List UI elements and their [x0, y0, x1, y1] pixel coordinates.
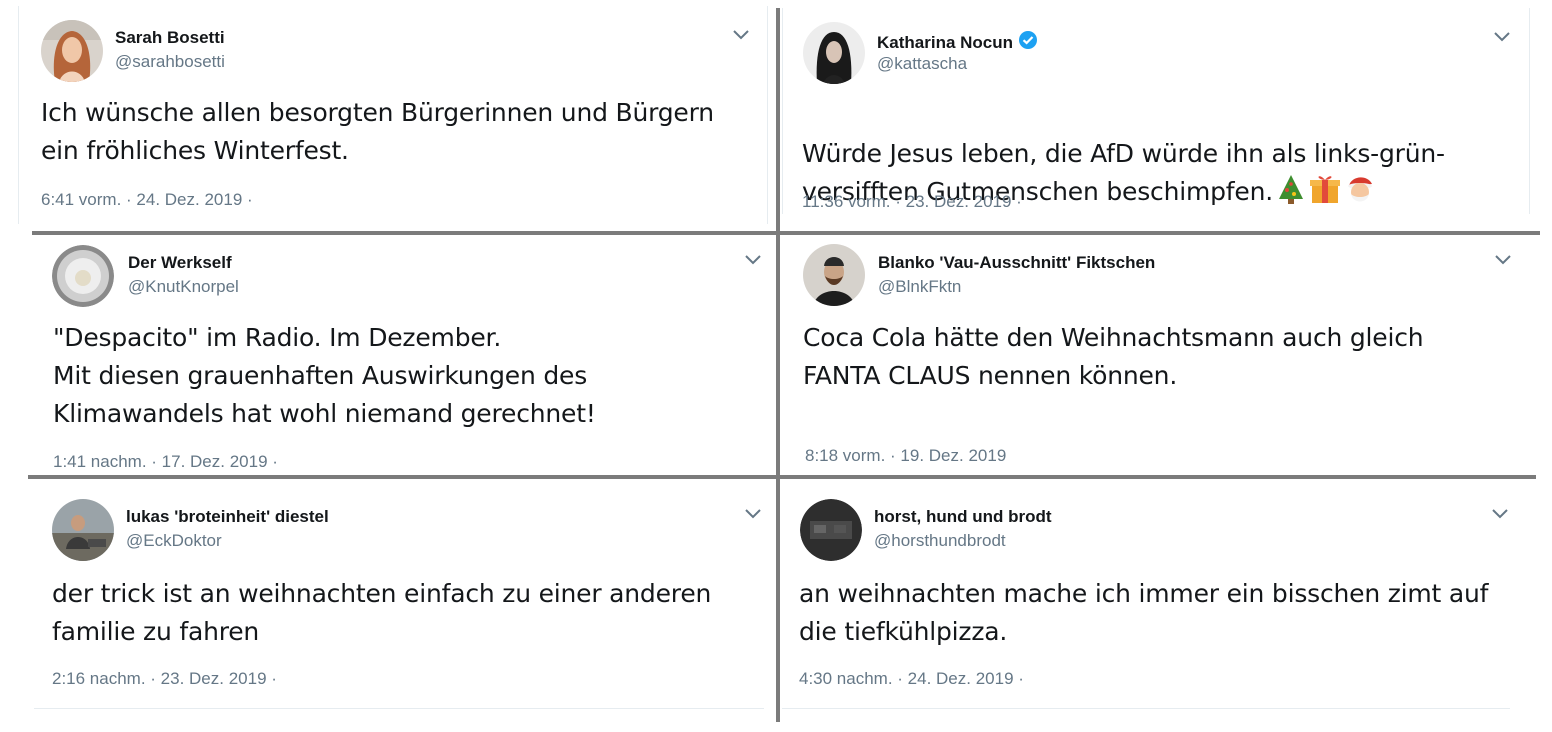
tweet-card[interactable]: Sarah Bosetti @sarahbosetti Ich wünsche …	[18, 6, 768, 224]
chevron-down-icon[interactable]	[742, 503, 764, 525]
tweet-timestamp[interactable]: 8:18 vorm. · 19. Dez. 2019	[805, 446, 1006, 466]
display-name[interactable]: lukas 'broteinheit' diestel	[126, 507, 329, 527]
chevron-down-icon[interactable]	[730, 24, 752, 46]
chevron-down-icon[interactable]	[1491, 26, 1513, 48]
tweet-card[interactable]: Blanko 'Vau-Ausschnitt' Fiktschen @BlnkF…	[782, 238, 1518, 468]
divider	[782, 708, 1510, 709]
verified-badge-icon	[1018, 30, 1038, 55]
avatar[interactable]	[52, 499, 114, 561]
display-name[interactable]: Katharina Nocun	[877, 30, 1038, 55]
tweet-text: der trick ist an weihnachten einfach zu …	[52, 579, 712, 646]
tweet-text: "Despacito" im Radio. Im Dezember. Mit d…	[53, 323, 596, 428]
gift-icon	[1309, 174, 1341, 215]
tweet-timestamp[interactable]: 4:30 nachm. · 24. Dez. 2019 ·	[799, 669, 1024, 689]
display-name[interactable]: horst, hund und brodt	[874, 507, 1052, 527]
tweet-timestamp[interactable]: 11:36 vorm. · 23. Dez. 2019 ·	[802, 192, 1022, 212]
tweet-timestamp[interactable]: 6:41 vorm. · 24. Dez. 2019 ·	[41, 190, 253, 210]
tweet-card[interactable]: horst, hund und brodt @horsthundbrodt an…	[782, 484, 1530, 722]
chevron-down-icon[interactable]	[1489, 503, 1511, 525]
tweet-timestamp[interactable]: 2:16 nachm. · 23. Dez. 2019 ·	[52, 669, 277, 689]
santa-icon	[1345, 174, 1375, 215]
handle[interactable]: @horsthundbrodt	[874, 531, 1006, 551]
collage-divider-horizontal	[32, 231, 1540, 235]
christmas-tree-icon	[1277, 174, 1305, 215]
avatar[interactable]	[52, 245, 114, 307]
avatar[interactable]	[803, 22, 865, 84]
display-name[interactable]: Der Werkself	[128, 253, 232, 273]
display-name[interactable]: Sarah Bosetti	[115, 28, 225, 48]
avatar[interactable]	[41, 20, 103, 82]
tweet-card[interactable]: lukas 'broteinheit' diestel @EckDoktor d…	[34, 484, 774, 722]
tweet-text: Ich wünsche allen besorgten Bürgerinnen …	[41, 98, 714, 165]
handle[interactable]: @BlnkFktn	[878, 277, 961, 297]
avatar[interactable]	[803, 244, 865, 306]
tweet-card[interactable]: Der Werkself @KnutKnorpel "Despacito" im…	[34, 238, 774, 474]
display-name[interactable]: Blanko 'Vau-Ausschnitt' Fiktschen	[878, 253, 1155, 273]
tweet-timestamp[interactable]: 1:41 nachm. · 17. Dez. 2019 ·	[53, 452, 278, 472]
tweet-card[interactable]: Katharina Nocun @kattascha Würde Jesus l…	[782, 8, 1530, 214]
collage-divider-horizontal	[28, 475, 1536, 479]
divider	[34, 708, 764, 709]
handle[interactable]: @sarahbosetti	[115, 52, 225, 72]
handle[interactable]: @KnutKnorpel	[128, 277, 239, 297]
tweet-text: an weihnachten mache ich immer ein bissc…	[799, 579, 1489, 646]
avatar[interactable]	[800, 499, 862, 561]
handle[interactable]: @EckDoktor	[126, 531, 222, 551]
collage-divider-vertical	[776, 8, 780, 722]
handle[interactable]: @kattascha	[877, 54, 967, 74]
chevron-down-icon[interactable]	[1492, 249, 1514, 271]
chevron-down-icon[interactable]	[742, 249, 764, 271]
tweet-text: Coca Cola hätte den Weihnachtsmann auch …	[803, 323, 1424, 390]
